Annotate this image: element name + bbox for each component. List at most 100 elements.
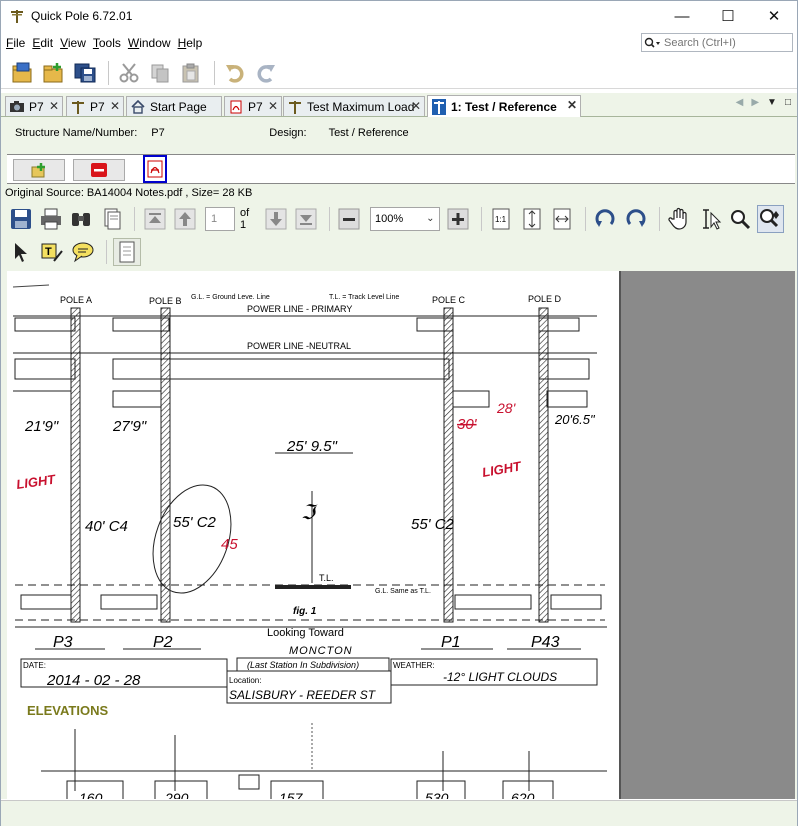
maximize-button[interactable]: ☐: [705, 1, 751, 31]
copy-button[interactable]: [146, 59, 174, 87]
page-count-label: of 1: [240, 207, 250, 231]
close-tab-icon[interactable]: ✕: [110, 99, 120, 113]
height-d: 20'6.5": [554, 412, 596, 427]
height-a: 21'9": [24, 418, 59, 435]
save-icon: [10, 209, 31, 229]
menu-bar: File Edit View Tools Window Help: [1, 32, 797, 54]
search-input[interactable]: [664, 36, 784, 49]
menu-view[interactable]: View: [60, 36, 86, 50]
note-annotation-button[interactable]: [69, 238, 97, 266]
close-window-button[interactable]: ✕: [751, 1, 797, 31]
fit-page-button[interactable]: [518, 205, 545, 233]
pdf-first-page-button[interactable]: [141, 205, 168, 233]
pan-tool-button[interactable]: [665, 205, 692, 233]
close-tab-icon[interactable]: ✕: [268, 99, 278, 113]
search-icon[interactable]: [642, 34, 664, 51]
undo-button[interactable]: [221, 59, 249, 87]
redo-button[interactable]: [252, 59, 280, 87]
remove-attachment-button[interactable]: [73, 159, 125, 181]
pole-c-label: POLE C: [432, 295, 466, 305]
fit-width-button[interactable]: [548, 205, 575, 233]
menu-edit[interactable]: Edit: [32, 36, 53, 50]
paste-icon: [182, 63, 199, 82]
tab-p7-pdf[interactable]: P7 ✕: [224, 96, 282, 116]
actual-size-icon: 1:1: [492, 208, 510, 230]
attachment-bar: [7, 154, 795, 184]
zoom-out-button[interactable]: [336, 205, 363, 233]
pages-icon: [104, 208, 121, 230]
actual-size-button[interactable]: 1:1: [488, 205, 515, 233]
menu-window[interactable]: Window: [128, 36, 171, 50]
pdf-next-page-button[interactable]: [262, 205, 289, 233]
pdf-last-page-button[interactable]: [292, 205, 319, 233]
text-select-tool-button[interactable]: [696, 205, 723, 233]
pole-a: [70, 307, 81, 623]
new-project-button[interactable]: [40, 59, 68, 87]
open-project-button[interactable]: [9, 59, 37, 87]
pdf-viewer[interactable]: POLE A POLE B POLE C POLE D G.L. = Groun…: [7, 271, 795, 799]
tab-label: P7: [90, 99, 105, 114]
elevation-p43: 620: [511, 790, 535, 799]
pole-a-label: POLE A: [60, 295, 92, 305]
tab-p7-pole[interactable]: P7 ✕: [66, 96, 124, 116]
close-tab-icon[interactable]: ✕: [411, 99, 421, 113]
tab-start-page[interactable]: Start Page: [126, 96, 222, 116]
pdf-save-button[interactable]: [7, 205, 34, 233]
printer-icon: [41, 208, 62, 230]
hand-icon: [668, 207, 687, 230]
annotation-list-button[interactable]: [113, 238, 141, 266]
legend-tl: T.L. = Track Level Line: [329, 294, 399, 301]
pole-d: [538, 307, 549, 623]
tab-scroll-right-icon[interactable]: ▶: [751, 97, 759, 108]
arrow-up-icon: [174, 208, 196, 230]
undo-icon: [226, 64, 244, 83]
save-all-icon: [74, 63, 96, 82]
legend-gl: G.L. = Ground Leve. Line: [191, 294, 270, 301]
primary-line-label: POWER LINE - PRIMARY: [247, 304, 352, 314]
date-value: 2014 - 02 - 28: [46, 672, 141, 689]
pole-icon: [287, 100, 303, 114]
design-value: Test / Reference: [328, 127, 409, 139]
tab-scroll-left-icon[interactable]: ◀: [736, 97, 744, 108]
rotate-ccw-button[interactable]: [622, 205, 649, 233]
rotate-clockwise-icon: [596, 209, 615, 227]
pdf-print-button[interactable]: [37, 205, 64, 233]
search-box[interactable]: [641, 33, 793, 52]
rotate-cw-button[interactable]: [592, 205, 619, 233]
maximize-tab-icon[interactable]: □: [785, 97, 791, 108]
zoom-level-select[interactable]: 100% ⌄: [370, 207, 441, 231]
pdf-find-button[interactable]: [68, 205, 95, 233]
paste-button[interactable]: [177, 59, 205, 87]
menu-tools[interactable]: Tools: [93, 36, 121, 50]
pole-d-label: POLE D: [528, 294, 562, 304]
light-note-right: LIGHT: [481, 458, 523, 480]
select-tool-button[interactable]: [7, 238, 35, 266]
arrow-down-icon: [265, 208, 287, 230]
zoom-dynamic-tool-button[interactable]: [756, 205, 784, 233]
text-annotation-button[interactable]: T: [38, 238, 66, 266]
zoom-select-tool-button[interactable]: [726, 205, 753, 233]
pdf-page-view-button[interactable]: [98, 205, 125, 233]
page-number-input[interactable]: [205, 207, 236, 231]
pdf-prev-page-button[interactable]: [172, 205, 199, 233]
save-all-button[interactable]: [71, 59, 99, 87]
tab-list-dropdown-icon[interactable]: ▼: [767, 97, 777, 108]
pdf-icon: [147, 160, 163, 178]
minimize-button[interactable]: —: [659, 1, 705, 31]
menu-file[interactable]: File: [6, 36, 25, 50]
zoom-in-button[interactable]: [444, 205, 471, 233]
remove-icon: [91, 163, 107, 177]
close-tab-icon[interactable]: ✕: [567, 98, 577, 112]
tab-test-reference[interactable]: 1: Test / Reference ✕: [427, 95, 581, 117]
annotation-toolbar: T: [7, 237, 207, 267]
add-attachment-button[interactable]: [13, 159, 65, 181]
pdf-attachment-tab[interactable]: [143, 155, 167, 183]
app-window: Quick Pole 6.72.01 — ☐ ✕ File Edit View …: [0, 0, 798, 826]
tab-p7-camera[interactable]: P7 ✕: [5, 96, 63, 116]
close-tab-icon[interactable]: ✕: [49, 99, 59, 113]
menu-help[interactable]: Help: [178, 36, 203, 50]
camera-icon: [9, 100, 25, 114]
cut-button[interactable]: [115, 59, 143, 87]
tab-test-maximum-load[interactable]: Test Maximum Load ✕: [283, 96, 425, 116]
survey-drawing: POLE A POLE B POLE C POLE D G.L. = Groun…: [12, 284, 607, 799]
